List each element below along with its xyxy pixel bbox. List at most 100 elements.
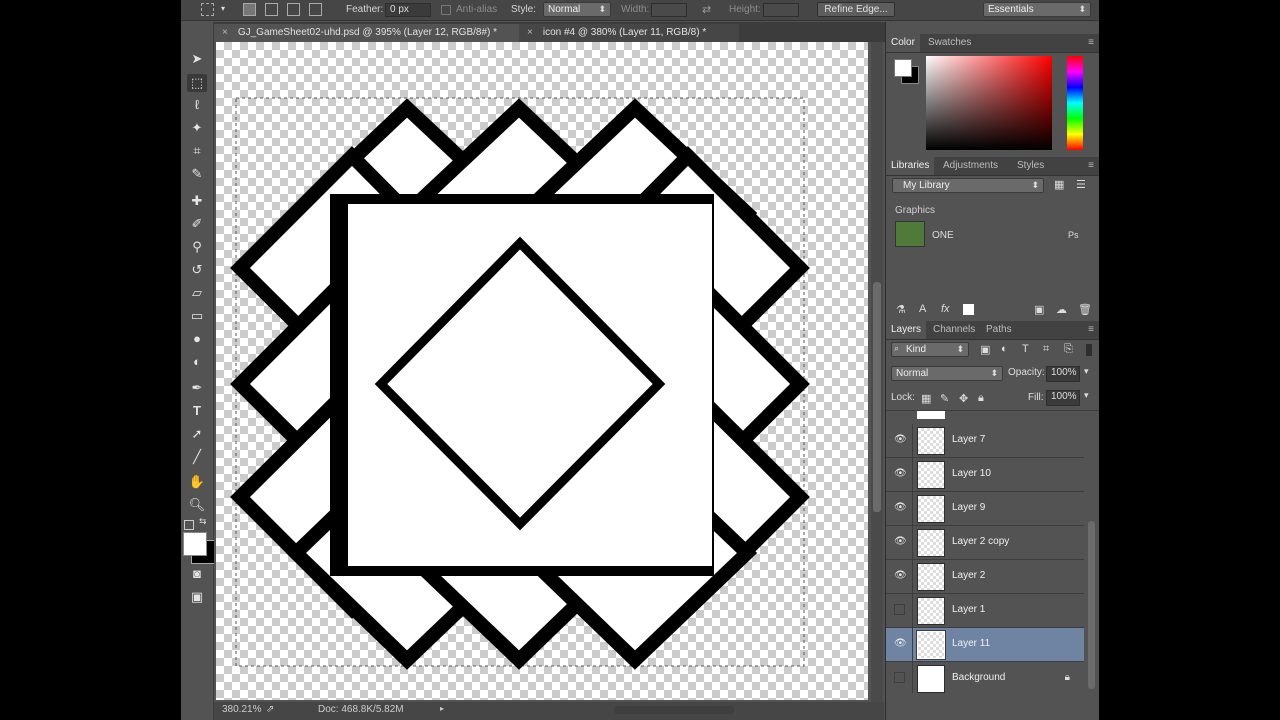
subtract-selection-icon[interactable]: [287, 3, 300, 16]
library-item-thumbnail[interactable]: [895, 221, 925, 247]
status-menu-icon[interactable]: ▸: [440, 704, 444, 713]
zoom-tool-icon[interactable]: 🔍︎: [187, 496, 207, 514]
style-select[interactable]: Normal: [543, 2, 611, 17]
dropdown-arrow-icon[interactable]: ▾: [221, 4, 225, 13]
screen-mode-icon[interactable]: ▣: [187, 588, 207, 606]
layer-row[interactable]: 👁︎ Layer 7: [886, 424, 1084, 458]
stock-icon[interactable]: ▣: [1034, 303, 1044, 316]
sync-icon[interactable]: ☁: [1056, 303, 1067, 316]
layer-row[interactable]: Layer 1: [886, 594, 1084, 628]
visibility-toggle-off[interactable]: [894, 672, 905, 683]
panel-menu-icon[interactable]: ≡: [1088, 37, 1094, 48]
library-item-name[interactable]: ONE: [932, 230, 954, 241]
tab-color[interactable]: Color: [886, 34, 920, 52]
layer-row-selected[interactable]: 👁︎ Layer 11: [886, 628, 1084, 662]
add-selection-icon[interactable]: [265, 3, 278, 16]
layers-scrollbar-thumb[interactable]: [1088, 521, 1095, 689]
tab-swatches[interactable]: Swatches: [923, 34, 976, 52]
new-selection-icon[interactable]: [243, 3, 256, 16]
fill-input[interactable]: 100%: [1046, 390, 1080, 406]
grid-view-icon[interactable]: ▦: [1054, 178, 1064, 191]
library-select[interactable]: My Library: [892, 178, 1044, 193]
swap-colors-icon[interactable]: ⇆: [199, 516, 207, 527]
visibility-eye-icon[interactable]: 👁︎: [894, 638, 907, 650]
tab-layers[interactable]: Layers: [886, 321, 927, 339]
lock-pixels-icon[interactable]: ✎: [940, 392, 949, 405]
antialias-checkbox[interactable]: [441, 5, 451, 15]
pen-tool-icon[interactable]: ✒: [187, 379, 207, 397]
crop-tool-icon[interactable]: ⌗: [187, 142, 207, 160]
filter-adjustment-icon[interactable]: ◐: [1001, 343, 1008, 355]
canvas-vertical-scrollbar[interactable]: [871, 42, 883, 702]
list-view-icon[interactable]: ☰: [1076, 178, 1086, 191]
layer-row[interactable]: 👁︎ Layer 2: [886, 560, 1084, 594]
workspace-select[interactable]: Essentials: [983, 2, 1091, 17]
intersect-selection-icon[interactable]: [309, 3, 322, 16]
visibility-eye-icon[interactable]: 👁︎: [894, 536, 907, 548]
horizontal-scrollbar[interactable]: [614, 706, 734, 714]
lock-position-icon[interactable]: ✥: [959, 392, 968, 405]
layer-row[interactable]: 👁︎ Layer 2 copy: [886, 526, 1084, 560]
dodge-tool-icon[interactable]: ◐: [187, 353, 207, 371]
filter-type-icon[interactable]: T: [1022, 343, 1029, 355]
width-input[interactable]: [651, 3, 687, 17]
layer-row[interactable]: Background 🔒︎: [886, 662, 1084, 693]
healing-brush-tool-icon[interactable]: ✚: [187, 192, 207, 210]
add-fx-icon[interactable]: fx: [941, 303, 950, 315]
visibility-eye-icon[interactable]: 👁︎: [894, 570, 907, 582]
close-icon[interactable]: ×: [222, 27, 228, 38]
hue-slider[interactable]: [1067, 56, 1083, 150]
default-colors-icon[interactable]: [184, 520, 194, 530]
magic-wand-tool-icon[interactable]: ✦: [187, 119, 207, 137]
tab-paths[interactable]: Paths: [981, 321, 1017, 339]
type-tool-icon[interactable]: T: [187, 402, 207, 420]
opacity-arrow-icon[interactable]: ▾: [1084, 366, 1089, 377]
visibility-toggle-off[interactable]: [894, 604, 905, 615]
close-icon[interactable]: ×: [527, 27, 533, 38]
eyedropper-tool-icon[interactable]: ✎: [187, 165, 207, 183]
add-text-icon[interactable]: A: [919, 303, 926, 315]
swap-icon[interactable]: ⇄: [702, 3, 711, 16]
trash-icon[interactable]: 🗑︎: [1078, 303, 1092, 316]
filter-smart-object-icon[interactable]: ⎘: [1064, 343, 1073, 356]
refine-edge-button[interactable]: Refine Edge...: [817, 2, 895, 17]
zoom-export-icon[interactable]: ⇗: [266, 704, 274, 715]
visibility-eye-icon[interactable]: 👁︎: [894, 502, 907, 514]
feather-input[interactable]: 0 px: [385, 3, 431, 17]
add-color-icon[interactable]: [963, 304, 974, 315]
layer-filter-select[interactable]: Kind: [891, 342, 969, 357]
foreground-swatch[interactable]: [894, 59, 912, 77]
line-tool-icon[interactable]: ╱: [187, 448, 207, 466]
height-input[interactable]: [763, 3, 799, 17]
tab-adjustments[interactable]: Adjustments: [938, 157, 1003, 175]
zoom-level[interactable]: 380.21%: [222, 704, 261, 715]
filter-toggle[interactable]: [1086, 344, 1092, 356]
quick-mask-icon[interactable]: ◙: [187, 565, 207, 583]
lock-all-icon[interactable]: 🔒︎: [978, 392, 984, 405]
eraser-tool-icon[interactable]: ▱: [187, 284, 207, 302]
color-field[interactable]: [926, 56, 1052, 150]
tab-channels[interactable]: Channels: [928, 321, 980, 339]
canvas[interactable]: [216, 42, 868, 700]
history-brush-tool-icon[interactable]: ↺: [187, 261, 207, 279]
marquee-preset-icon[interactable]: [201, 3, 214, 16]
move-tool-icon[interactable]: ➤: [187, 50, 207, 68]
tab-libraries[interactable]: Libraries: [886, 157, 935, 175]
blend-mode-select[interactable]: Normal: [891, 366, 1003, 381]
clone-stamp-tool-icon[interactable]: ⚲: [187, 238, 207, 256]
lasso-tool-icon[interactable]: ℓ: [187, 96, 207, 114]
layer-row[interactable]: 👁︎ Layer 10: [886, 458, 1084, 492]
path-selection-tool-icon[interactable]: ➚: [187, 425, 207, 443]
gradient-tool-icon[interactable]: ▭: [187, 307, 207, 325]
add-style-icon[interactable]: ⚗: [896, 303, 906, 316]
lock-transparent-icon[interactable]: ▦: [921, 392, 931, 405]
filter-shape-icon[interactable]: ⌗: [1043, 343, 1049, 356]
blur-tool-icon[interactable]: ●: [187, 330, 207, 348]
layer-row[interactable]: 👁︎ Layer 9: [886, 492, 1084, 526]
scroll-thumb[interactable]: [873, 282, 881, 512]
tab-document-1[interactable]: × GJ_GameSheet02-uhd.psd @ 395% (Layer 12…: [214, 24, 519, 42]
visibility-eye-icon[interactable]: 👁︎: [894, 434, 907, 446]
brush-tool-icon[interactable]: ✐: [187, 215, 207, 233]
tab-styles[interactable]: Styles: [1012, 157, 1049, 175]
panel-menu-icon[interactable]: ≡: [1088, 160, 1094, 171]
